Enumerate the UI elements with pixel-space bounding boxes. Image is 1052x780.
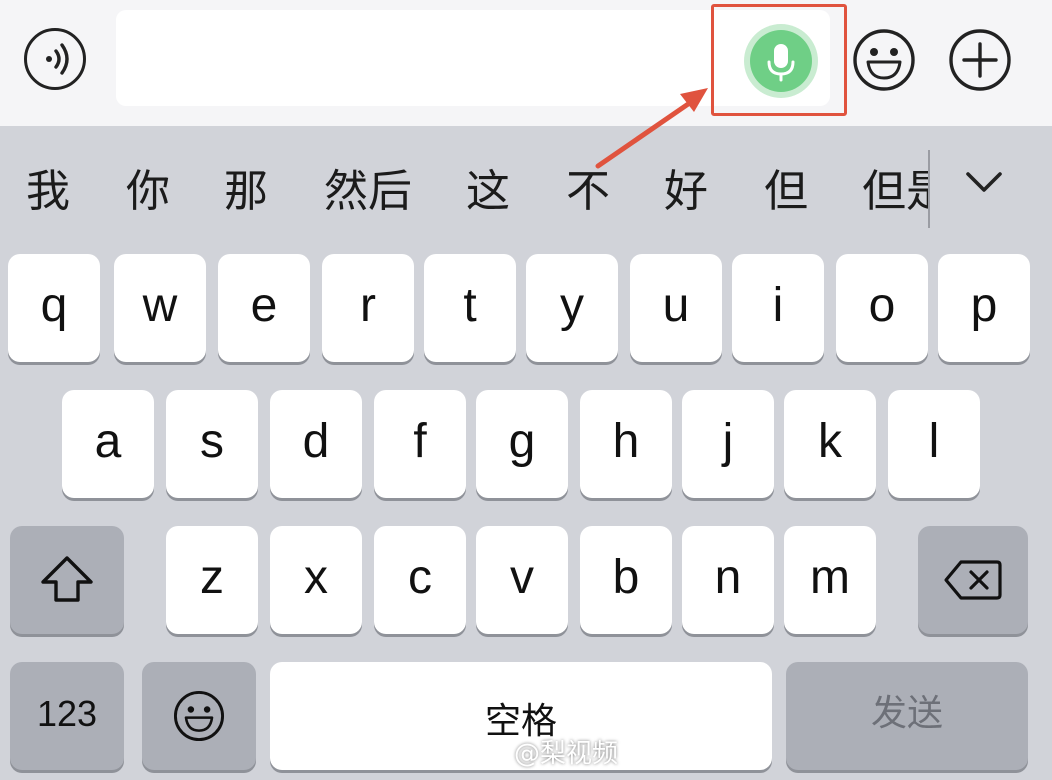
key-label: s: [200, 415, 224, 468]
key-label: l: [928, 415, 940, 468]
key-x[interactable]: x: [270, 526, 362, 634]
candidate-bar: 我 你 那 然后 这 不 好 但 但是: [0, 140, 1052, 250]
candidate-word[interactable]: 但: [764, 164, 808, 220]
shift-icon: [41, 556, 93, 602]
key-label: k: [818, 415, 842, 468]
backspace-icon: [944, 560, 1002, 600]
candidate-word-clipped[interactable]: 但是: [862, 164, 928, 224]
candidate-divider: [928, 150, 930, 228]
candidate-word[interactable]: 你: [126, 164, 170, 220]
watermark: @梨视频: [470, 736, 618, 772]
candidate-word[interactable]: 好: [664, 164, 708, 220]
voice-mode-button[interactable]: [24, 28, 86, 90]
key-f[interactable]: f: [374, 390, 466, 498]
key-r[interactable]: r: [322, 254, 414, 362]
candidate-word[interactable]: 但是: [862, 164, 928, 220]
key-label: c: [408, 551, 432, 604]
key-g[interactable]: g: [476, 390, 568, 498]
key-label: i: [772, 279, 784, 332]
input-toolbar: [0, 0, 1052, 126]
numbers-key[interactable]: 123: [10, 662, 124, 770]
key-e[interactable]: e: [218, 254, 310, 362]
key-p[interactable]: p: [938, 254, 1030, 362]
candidate-word[interactable]: 这: [466, 164, 510, 220]
key-label: d: [302, 415, 330, 468]
key-i[interactable]: i: [732, 254, 824, 362]
key-label: x: [304, 551, 328, 604]
key-b[interactable]: b: [580, 526, 672, 634]
key-label: z: [200, 551, 224, 604]
candidate-word[interactable]: 然后: [324, 164, 412, 220]
key-n[interactable]: n: [682, 526, 774, 634]
key-q[interactable]: q: [8, 254, 100, 362]
candidate-word[interactable]: 我: [26, 164, 70, 220]
voice-wave-icon: [46, 43, 69, 75]
watermark-text: @梨视频: [514, 739, 619, 769]
plus-circle-icon: [949, 29, 1011, 91]
chevron-down-icon: [966, 172, 1002, 192]
weibo-logo: [470, 740, 510, 769]
key-label: r: [360, 279, 376, 332]
key-label: g: [508, 415, 536, 468]
key-j[interactable]: j: [682, 390, 774, 498]
key-t[interactable]: t: [424, 254, 516, 362]
shift-key[interactable]: [10, 526, 124, 634]
more-actions-button[interactable]: [948, 28, 1012, 92]
key-w[interactable]: w: [114, 254, 206, 362]
key-c[interactable]: c: [374, 526, 466, 634]
key-label: 123: [36, 693, 98, 734]
emoji-key[interactable]: [142, 662, 256, 770]
smiley-icon: [173, 690, 225, 742]
key-k[interactable]: k: [784, 390, 876, 498]
key-label: v: [510, 551, 534, 604]
key-label: t: [463, 279, 477, 332]
key-s[interactable]: s: [166, 390, 258, 498]
smiley-icon: [853, 29, 915, 91]
key-label: n: [714, 551, 742, 604]
key-label: u: [662, 279, 690, 332]
key-label: b: [612, 551, 640, 604]
key-label: p: [970, 279, 998, 332]
highlight-annotation-box: [711, 4, 847, 116]
key-label: q: [40, 279, 68, 332]
key-o[interactable]: o: [836, 254, 928, 362]
key-label: 发送: [870, 693, 943, 734]
key-a[interactable]: a: [62, 390, 154, 498]
key-label: e: [250, 279, 278, 332]
key-y[interactable]: y: [526, 254, 618, 362]
delete-key[interactable]: [918, 526, 1028, 634]
key-label: f: [413, 415, 427, 468]
send-key[interactable]: 发送: [786, 662, 1028, 770]
key-l[interactable]: l: [888, 390, 980, 498]
key-label: o: [868, 279, 896, 332]
key-label: j: [722, 415, 734, 468]
key-z[interactable]: z: [166, 526, 258, 634]
key-h[interactable]: h: [580, 390, 672, 498]
key-d[interactable]: d: [270, 390, 362, 498]
key-label: w: [142, 279, 178, 332]
emoji-button[interactable]: [852, 28, 916, 92]
key-label: a: [94, 415, 122, 468]
candidate-word[interactable]: 不: [566, 164, 610, 220]
key-label: h: [612, 415, 640, 468]
candidate-word[interactable]: 那: [224, 164, 268, 220]
key-v[interactable]: v: [476, 526, 568, 634]
key-label: y: [560, 279, 584, 332]
key-m[interactable]: m: [784, 526, 876, 634]
expand-candidates-button[interactable]: [958, 160, 1010, 204]
key-label: m: [810, 551, 850, 604]
key-u[interactable]: u: [630, 254, 722, 362]
